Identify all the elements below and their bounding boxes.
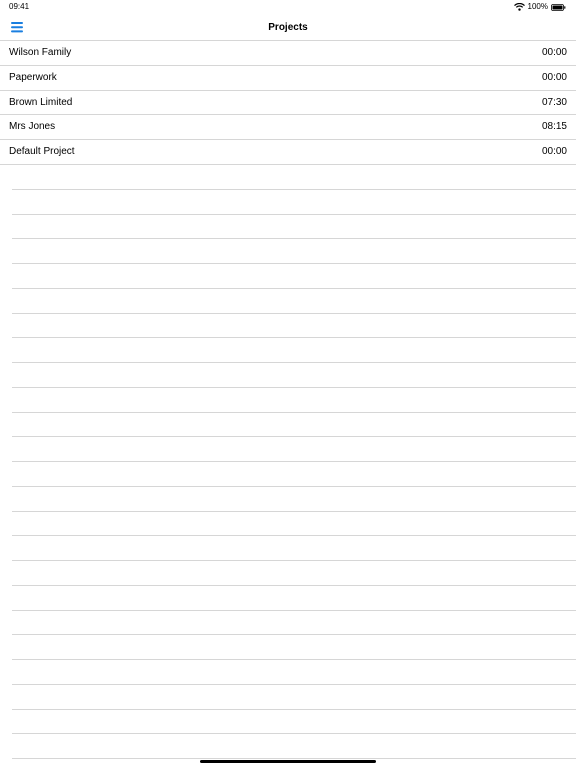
page-title: Projects — [268, 22, 308, 33]
project-name: Wilson Family — [9, 47, 72, 58]
project-row[interactable]: Brown Limited 07:30 — [0, 91, 576, 116]
empty-row — [12, 165, 576, 190]
empty-row — [12, 215, 576, 240]
empty-row — [12, 710, 576, 735]
empty-row — [12, 635, 576, 660]
empty-row — [12, 437, 576, 462]
empty-row — [12, 660, 576, 685]
empty-row — [12, 561, 576, 586]
status-bar: 09:41 100% — [0, 0, 576, 14]
wifi-icon — [513, 3, 525, 11]
project-name: Paperwork — [9, 71, 57, 83]
project-list: Wilson Family 00:00 Paperwork 00:00 Brow… — [0, 41, 576, 165]
empty-row — [12, 289, 576, 314]
project-time: 00:00 — [541, 71, 567, 83]
project-row[interactable]: Wilson Family 00:00 — [0, 41, 576, 66]
status-time: 09:41 — [9, 2, 30, 11]
empty-row — [12, 487, 576, 512]
project-time: 08:15 — [541, 121, 567, 133]
project-name: Brown Limited — [9, 96, 73, 108]
empty-row — [12, 264, 576, 289]
project-time: 00:00 — [541, 47, 567, 58]
empty-row — [12, 338, 576, 363]
empty-row — [12, 413, 576, 438]
empty-row — [12, 611, 576, 636]
project-row[interactable]: Paperwork 00:00 — [0, 66, 576, 91]
empty-row — [12, 685, 576, 710]
empty-row — [12, 190, 576, 215]
battery-icon — [551, 3, 566, 11]
project-row[interactable]: Mrs Jones 08:15 — [0, 115, 576, 141]
empty-row — [12, 512, 576, 537]
empty-row — [12, 388, 576, 413]
project-time: 07:30 — [541, 96, 567, 108]
empty-row — [12, 462, 576, 487]
navigation-bar: Projects — [0, 14, 576, 41]
empty-row — [12, 314, 576, 339]
project-name: Mrs Jones — [9, 121, 56, 133]
empty-row — [12, 734, 576, 759]
empty-row — [12, 536, 576, 561]
project-row[interactable]: Default Project 00:00 — [0, 140, 576, 165]
empty-table-rows — [0, 165, 576, 759]
empty-row — [12, 363, 576, 388]
empty-row — [12, 239, 576, 264]
project-time: 00:00 — [541, 146, 567, 158]
project-name: Default Project — [9, 146, 75, 158]
empty-row — [12, 586, 576, 611]
status-indicators: 100% — [513, 0, 566, 14]
home-indicator — [200, 760, 376, 763]
battery-percent: 100% — [527, 2, 548, 11]
